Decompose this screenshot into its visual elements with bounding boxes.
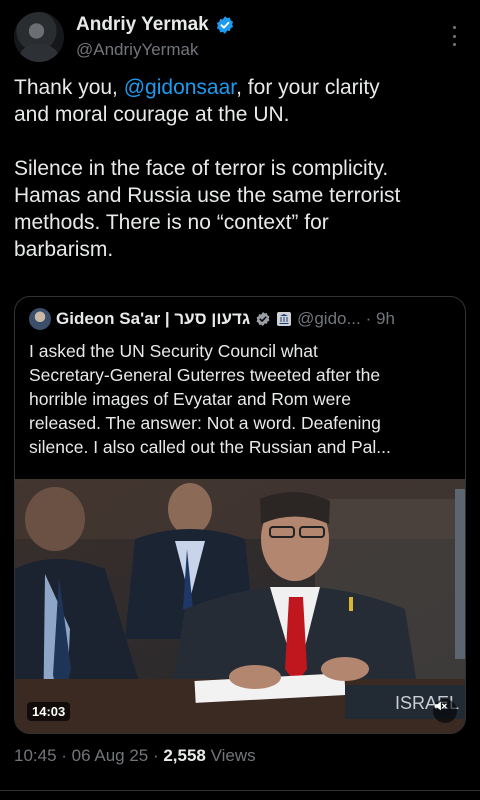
tweet-text-intro: Thank you,: [14, 76, 124, 99]
quoted-tweet-text: I asked the UN Security Council what Sec…: [29, 341, 391, 457]
quoted-author-handle[interactable]: @gido...: [297, 309, 361, 329]
quoted-tweet-header: Gideon Sa'ar | גדעון סער @gido... · 9h: [29, 307, 395, 331]
more-dots-icon[interactable]: [446, 26, 462, 46]
verified-badge-icon: [216, 16, 233, 34]
quoted-timestamp[interactable]: · 9h: [366, 309, 395, 329]
video-duration: 14:03: [27, 702, 71, 721]
mention-link[interactable]: @gidonsaar: [124, 76, 236, 99]
avatar[interactable]: [14, 12, 64, 62]
tweet-text: Thank you, @gidonsaar, for your clarity …: [14, 74, 466, 263]
tweet-header: Andriy Yermak @AndriyYermak: [14, 10, 466, 62]
quoted-tweet[interactable]: Gideon Sa'ar | גדעון סער @gido... · 9h I…: [14, 296, 466, 734]
author-handle[interactable]: @AndriyYermak: [76, 40, 198, 60]
post-time[interactable]: 10:45: [14, 746, 57, 765]
quoted-author-name[interactable]: Gideon Sa'ar | גדעון סער: [56, 309, 250, 329]
author-name-row: Andriy Yermak: [76, 14, 235, 36]
quoted-avatar[interactable]: [29, 308, 51, 330]
post-date[interactable]: 06 Aug 25: [72, 746, 149, 765]
author-name[interactable]: Andriy Yermak: [76, 14, 209, 36]
meta-separator: ·: [148, 746, 164, 765]
speaker-muted-icon[interactable]: [433, 699, 457, 723]
meta-separator: ·: [56, 746, 72, 765]
verified-badge-icon: [256, 312, 270, 326]
divider: [0, 790, 480, 791]
video-frame: ISRAEL: [15, 479, 465, 733]
tweet-text-body: Silence in the face of terror is complic…: [14, 157, 401, 261]
video-player[interactable]: ISRAEL 14:03: [15, 479, 465, 733]
views-label: Views: [210, 746, 256, 765]
government-affiliation-icon: [277, 312, 292, 326]
view-count: 2,558: [163, 746, 206, 765]
tweet-meta: 10:45 · 06 Aug 25 · 2,558 Views: [14, 746, 256, 766]
